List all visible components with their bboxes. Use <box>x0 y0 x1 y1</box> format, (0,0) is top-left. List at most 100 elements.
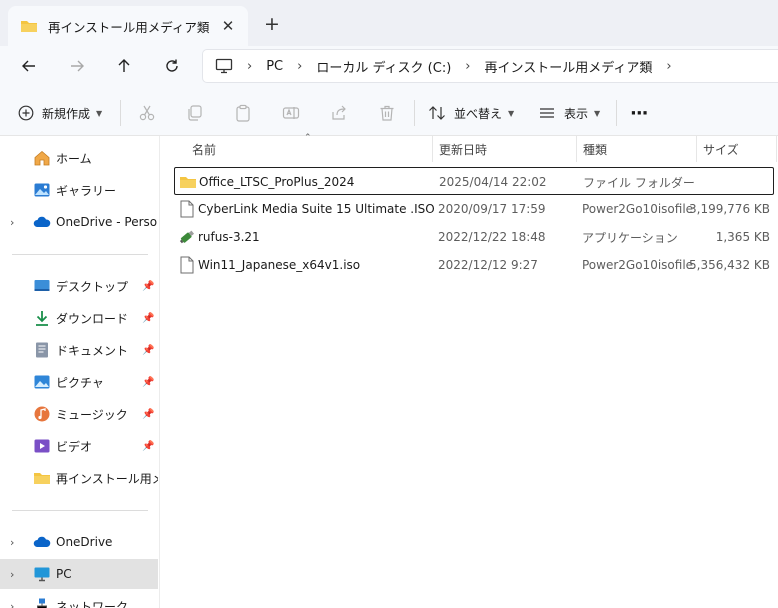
file-modified: 2025/04/14 22:02 <box>439 175 547 189</box>
sidebar-item-downloads[interactable]: ダウンロード 📌 <box>0 303 158 333</box>
file-row[interactable]: CyberLink Media Suite 15 Ultimate .ISO 2… <box>174 195 774 223</box>
sidebar-item-pc[interactable]: › PC <box>0 559 158 589</box>
forward-button[interactable] <box>62 51 92 81</box>
pictures-icon <box>33 373 51 391</box>
column-separator[interactable] <box>432 136 433 162</box>
cut-button[interactable] <box>134 100 160 126</box>
onedrive-icon <box>33 533 51 551</box>
sidebar-item-label: ホーム <box>56 151 92 166</box>
refresh-button[interactable] <box>157 51 187 81</box>
rename-button[interactable] <box>278 100 304 126</box>
expand-chevron-icon[interactable]: › <box>10 600 14 608</box>
sort-button-label: 並べ替え <box>454 106 503 121</box>
onedrive-icon <box>33 213 51 231</box>
command-bar: 新規作成 ▼ 並べ替え ▼ 表示 ▼ ··· <box>0 88 778 136</box>
sidebar-item-label: ピクチャ <box>56 375 104 390</box>
sidebar-item-gallery[interactable]: ギャラリー <box>0 175 158 205</box>
breadcrumb-separator[interactable]: › <box>457 59 478 74</box>
expand-chevron-icon[interactable]: › <box>10 568 14 581</box>
column-header-modified[interactable]: 更新日時 <box>439 136 487 162</box>
file-icon <box>178 200 196 218</box>
breadcrumb-folder[interactable]: 再インストール用メディア類 <box>479 57 659 76</box>
copy-button[interactable] <box>182 100 208 126</box>
column-separator[interactable] <box>576 136 577 162</box>
view-button[interactable]: 表示 ▼ <box>538 98 600 128</box>
up-button[interactable] <box>109 51 139 81</box>
breadcrumb-pc[interactable]: PC <box>260 59 289 74</box>
breadcrumb-separator[interactable]: › <box>289 59 310 74</box>
breadcrumb-separator[interactable]: › <box>658 59 679 74</box>
pin-icon[interactable]: 📌 <box>142 345 154 356</box>
divider <box>616 100 617 126</box>
folder-icon <box>21 21 37 32</box>
network-icon <box>33 597 51 608</box>
file-name: rufus-3.21 <box>198 230 260 244</box>
file-row[interactable]: Win11_Japanese_x64v1.iso 2022/12/12 9:27… <box>174 251 774 279</box>
sidebar-item-label: ミュージック <box>56 407 128 422</box>
copy-icon <box>188 105 202 121</box>
column-header-size[interactable]: サイズ <box>703 136 739 162</box>
sidebar-item-home[interactable]: ホーム <box>0 143 158 173</box>
share-icon <box>332 105 346 120</box>
file-row[interactable]: Office_LTSC_ProPlus_2024 2025/04/14 22:0… <box>174 167 774 195</box>
folder-icon <box>33 469 51 487</box>
clipboard-icon <box>236 104 250 122</box>
pin-icon[interactable]: 📌 <box>142 409 154 420</box>
column-header-name[interactable]: 名前 <box>192 136 216 162</box>
sidebar-item-network[interactable]: › ネットワーク <box>0 591 158 608</box>
sidebar-item-documents[interactable]: ドキュメント 📌 <box>0 335 158 365</box>
delete-button[interactable] <box>374 100 400 126</box>
expand-chevron-icon[interactable]: › <box>10 216 14 229</box>
more-options-button[interactable]: ··· <box>630 98 648 128</box>
column-separator[interactable] <box>696 136 697 162</box>
sidebar-item-label: ネットワーク <box>56 599 129 608</box>
pin-icon[interactable]: 📌 <box>142 377 154 388</box>
column-header-type[interactable]: 種類 <box>583 136 607 162</box>
pc-icon <box>33 565 51 583</box>
music-icon <box>33 405 51 423</box>
trash-icon <box>380 105 394 121</box>
pin-icon[interactable]: 📌 <box>142 281 154 292</box>
tab-close-button[interactable]: ✕ <box>214 12 242 40</box>
new-button-label: 新規作成 <box>42 106 91 121</box>
sidebar-item-pictures[interactable]: ピクチャ 📌 <box>0 367 158 397</box>
file-name: CyberLink Media Suite 15 Ultimate .ISO <box>198 202 435 216</box>
back-button[interactable] <box>14 51 44 81</box>
column-separator[interactable] <box>776 136 777 162</box>
navigation-bar: › PC › ローカル ディスク (C:) › 再インストール用メディア類 › <box>0 46 778 88</box>
address-bar[interactable]: › PC › ローカル ディスク (C:) › 再インストール用メディア類 › <box>202 49 778 83</box>
new-button[interactable]: 新規作成 ▼ <box>18 98 102 128</box>
sidebar-divider <box>12 254 148 255</box>
sidebar-item-label: PC <box>56 567 72 581</box>
usb-drive-icon <box>178 228 196 246</box>
view-list-icon <box>540 108 554 118</box>
sidebar-item-reinstall-media[interactable]: 再インストール用メディア類 <box>0 463 158 493</box>
sidebar-item-label: ギャラリー <box>56 183 117 198</box>
sidebar-item-onedrive[interactable]: › OneDrive <box>0 527 158 557</box>
divider <box>414 100 415 126</box>
sidebar-item-label: ビデオ <box>56 439 93 454</box>
sort-button[interactable]: 並べ替え ▼ <box>428 98 514 128</box>
breadcrumb-separator: › <box>247 58 253 74</box>
sidebar-item-label: ドキュメント <box>56 343 129 358</box>
file-modified: 2020/09/17 17:59 <box>438 202 546 216</box>
sidebar-item-label: ダウンロード <box>56 311 129 326</box>
sidebar-item-videos[interactable]: ビデオ 📌 <box>0 431 158 461</box>
paste-button[interactable] <box>230 100 256 126</box>
pin-icon[interactable]: 📌 <box>142 313 154 324</box>
chevron-down-icon: ▼ <box>594 108 601 118</box>
scissors-icon <box>139 105 155 121</box>
file-type: Power2Go10isofile <box>582 258 694 272</box>
new-tab-button[interactable]: + <box>258 10 286 38</box>
tab-current-folder[interactable]: 再インストール用メディア類 ✕ <box>8 6 248 46</box>
sidebar-item-onedrive-personal[interactable]: › OneDrive - Personal <box>0 207 158 237</box>
expand-chevron-icon[interactable]: › <box>10 536 14 549</box>
sidebar-item-music[interactable]: ミュージック 📌 <box>0 399 158 429</box>
share-button[interactable] <box>326 100 352 126</box>
pin-icon[interactable]: 📌 <box>142 441 154 452</box>
breadcrumb-drive[interactable]: ローカル ディスク (C:) <box>310 57 457 76</box>
sidebar-item-desktop[interactable]: デスクトップ 📌 <box>0 271 158 301</box>
file-row[interactable]: rufus-3.21 2022/12/22 18:48 アプリケーション 1,3… <box>174 223 774 251</box>
monitor-icon <box>215 58 233 74</box>
view-button-label: 表示 <box>564 106 589 121</box>
